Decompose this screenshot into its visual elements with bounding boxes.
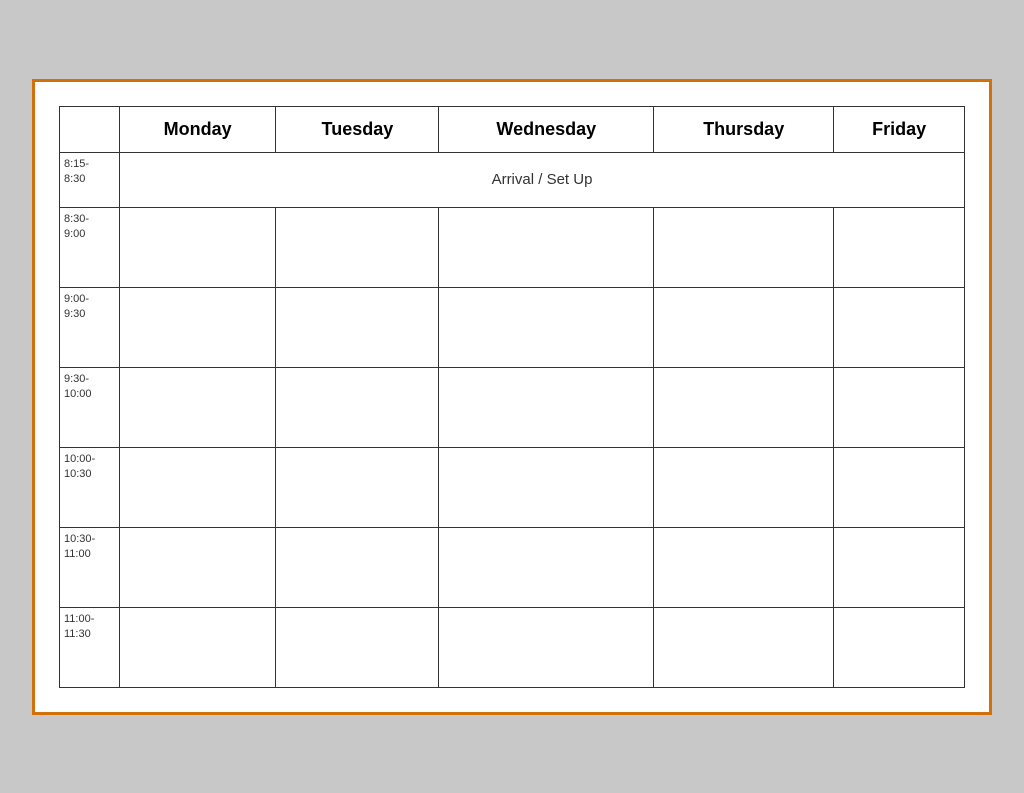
table-row: 11:00-11:30 — [60, 607, 965, 687]
cell-thursday-1030[interactable] — [654, 527, 834, 607]
table-row: 9:00-9:30 — [60, 287, 965, 367]
cell-tuesday-830[interactable] — [276, 207, 439, 287]
cell-tuesday-1030[interactable] — [276, 527, 439, 607]
header-tuesday: Tuesday — [276, 106, 439, 152]
cell-thursday-1100[interactable] — [654, 607, 834, 687]
time-930-1000: 9:30-10:00 — [60, 367, 120, 447]
arrival-row: 8:15-8:30 Arrival / Set Up — [60, 152, 965, 207]
cell-friday-830[interactable] — [834, 207, 965, 287]
time-815-830: 8:15-8:30 — [60, 152, 120, 207]
time-900-930: 9:00-9:30 — [60, 287, 120, 367]
time-1000-1030: 10:00-10:30 — [60, 447, 120, 527]
cell-wednesday-900[interactable] — [439, 287, 654, 367]
cell-tuesday-1100[interactable] — [276, 607, 439, 687]
cell-tuesday-900[interactable] — [276, 287, 439, 367]
cell-friday-1100[interactable] — [834, 607, 965, 687]
cell-friday-1000[interactable] — [834, 447, 965, 527]
cell-tuesday-930[interactable] — [276, 367, 439, 447]
cell-monday-1000[interactable] — [120, 447, 276, 527]
schedule-table: Monday Tuesday Wednesday Thursday Friday… — [59, 106, 965, 688]
table-row: 10:00-10:30 — [60, 447, 965, 527]
header-thursday: Thursday — [654, 106, 834, 152]
cell-monday-930[interactable] — [120, 367, 276, 447]
cell-tuesday-1000[interactable] — [276, 447, 439, 527]
cell-thursday-900[interactable] — [654, 287, 834, 367]
cell-wednesday-1000[interactable] — [439, 447, 654, 527]
table-row: 10:30-11:00 — [60, 527, 965, 607]
cell-friday-930[interactable] — [834, 367, 965, 447]
header-time — [60, 106, 120, 152]
cell-monday-1030[interactable] — [120, 527, 276, 607]
time-830-900: 8:30-9:00 — [60, 207, 120, 287]
table-row: 9:30-10:00 — [60, 367, 965, 447]
cell-thursday-1000[interactable] — [654, 447, 834, 527]
cell-wednesday-1030[interactable] — [439, 527, 654, 607]
page-container: Monday Tuesday Wednesday Thursday Friday… — [32, 79, 992, 715]
time-1100-1130: 11:00-11:30 — [60, 607, 120, 687]
cell-friday-900[interactable] — [834, 287, 965, 367]
header-monday: Monday — [120, 106, 276, 152]
arrival-cell: Arrival / Set Up — [120, 152, 965, 207]
cell-monday-900[interactable] — [120, 287, 276, 367]
cell-monday-1100[interactable] — [120, 607, 276, 687]
time-1030-1100: 10:30-11:00 — [60, 527, 120, 607]
cell-thursday-830[interactable] — [654, 207, 834, 287]
header-wednesday: Wednesday — [439, 106, 654, 152]
cell-wednesday-1100[interactable] — [439, 607, 654, 687]
cell-thursday-930[interactable] — [654, 367, 834, 447]
cell-monday-830[interactable] — [120, 207, 276, 287]
cell-wednesday-930[interactable] — [439, 367, 654, 447]
header-friday: Friday — [834, 106, 965, 152]
cell-friday-1030[interactable] — [834, 527, 965, 607]
table-row: 8:30-9:00 — [60, 207, 965, 287]
cell-wednesday-830[interactable] — [439, 207, 654, 287]
